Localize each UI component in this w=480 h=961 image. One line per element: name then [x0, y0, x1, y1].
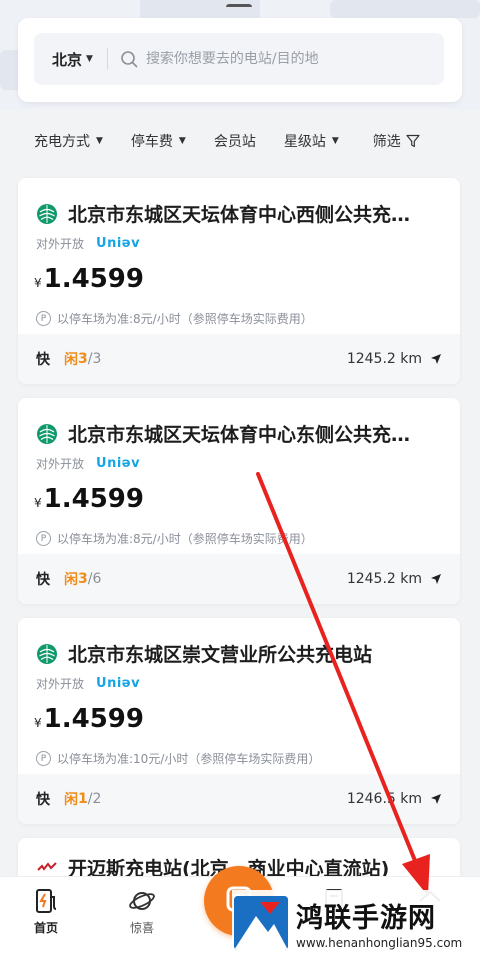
filter-label: 会员站 [213, 134, 256, 150]
city-selector[interactable]: 北京 ▼ [34, 33, 107, 85]
total-count: /6 [87, 571, 102, 587]
grid-operator-logo-icon [36, 643, 58, 665]
speed-label: 快 [36, 572, 50, 588]
access-label: 对外开放 [36, 457, 85, 471]
distance-value: 1245.2 km [346, 571, 422, 587]
station-name: 北京市东城区天坛体育中心东侧公共充… [68, 424, 411, 446]
filter-charge-mode[interactable]: 充电方式 ▼ [34, 131, 103, 151]
brand-label: Uniəv [96, 676, 141, 691]
distance[interactable]: 1246.5 km [347, 791, 442, 807]
caret-down-icon: ▼ [96, 136, 103, 146]
total-count: /3 [87, 351, 102, 367]
price: 1.4599 [43, 264, 144, 294]
search-input[interactable] [145, 51, 406, 67]
speed-label: 快 [36, 352, 50, 368]
search-bar: 北京 ▼ [34, 33, 444, 85]
filter-member-station[interactable]: 会员站 [214, 131, 256, 151]
station-name: 北京市东城区崇文营业所公共充电站 [68, 644, 373, 666]
tab-label: 惊喜 [129, 921, 154, 935]
idle-label: 闲 [64, 792, 78, 808]
filter-label: 充电方式 [34, 134, 90, 150]
tab-home[interactable]: 首页 [16, 887, 76, 936]
grid-operator-logo-icon [36, 423, 58, 445]
distance[interactable]: 1245.2 km [347, 571, 442, 587]
idle-count: 1 [78, 791, 88, 807]
site-watermark: 鸿联手游网 www.henanhonglian95.com [232, 890, 472, 956]
navigate-arrow-icon [430, 793, 442, 805]
currency-symbol: ¥ [34, 276, 42, 290]
parking-fee: 以停车场为准:8元/小时（参照停车场实际费用） [57, 532, 313, 546]
station-card[interactable]: 北京市东城区天坛体育中心西侧公共充… 对外开放 Uniəv ¥ 1.4599 P… [18, 178, 460, 384]
distance-value: 1246.5 km [346, 791, 422, 807]
station-card[interactable]: 北京市东城区天坛体育中心东侧公共充… 对外开放 Uniəv ¥ 1.4599 P… [18, 398, 460, 604]
price: 1.4599 [43, 484, 144, 514]
search-card: 北京 ▼ [18, 18, 462, 102]
navigate-arrow-icon [430, 353, 442, 365]
grid-operator-logo-icon [36, 203, 58, 225]
currency-symbol: ¥ [34, 716, 42, 730]
idle-label: 闲 [64, 572, 78, 588]
filter-label: 星级站 [283, 134, 326, 150]
filter-star-station[interactable]: 星级站 ▼ [284, 131, 339, 151]
brand-label: Uniəv [96, 236, 141, 251]
watermark-logo-icon [234, 896, 288, 950]
tab-surprise[interactable]: 惊喜 [112, 887, 172, 936]
station-card[interactable]: 北京市东城区崇文营业所公共充电站 对外开放 Uniəv ¥ 1.4599 P 以… [18, 618, 460, 824]
filter-label: 停车费 [130, 134, 173, 150]
idle-label: 闲 [64, 352, 78, 368]
station-footer: 快 闲 1 /2 1246.5 km [18, 774, 460, 824]
station-name: 北京市东城区天坛体育中心西侧公共充… [68, 204, 411, 226]
speed-label: 快 [36, 792, 50, 808]
brand-label: Uniəv [96, 456, 141, 471]
filter-bar: 充电方式 ▼ 停车费 ▼ 会员站 星级站 ▼ 筛选 [0, 118, 480, 164]
filter-more[interactable]: 筛选 [373, 131, 420, 151]
currency-symbol: ¥ [34, 496, 42, 510]
parking-icon: P [36, 311, 51, 326]
navigate-arrow-icon [430, 573, 442, 585]
idle-count: 3 [78, 351, 88, 367]
city-label: 北京 [52, 50, 83, 69]
filter-label: 筛选 [372, 134, 401, 150]
distance-value: 1245.2 km [346, 351, 422, 367]
caret-down-icon: ▼ [86, 54, 93, 64]
charger-home-icon [32, 887, 60, 915]
parking-fee: 以停车场为准:8元/小时（参照停车场实际费用） [57, 312, 313, 326]
divider [106, 48, 108, 70]
watermark-url: www.henanhonglian95.com [296, 936, 463, 950]
search-icon [120, 50, 138, 68]
caret-down-icon: ▼ [331, 136, 339, 146]
filter-parking-fee[interactable]: 停车费 ▼ [131, 131, 186, 151]
access-label: 对外开放 [36, 677, 85, 691]
price: 1.4599 [43, 704, 144, 734]
station-footer: 快 闲 3 /3 1245.2 km [18, 334, 460, 384]
access-label: 对外开放 [36, 237, 85, 251]
parking-icon: P [36, 751, 51, 766]
filter-funnel-icon [406, 134, 420, 148]
idle-count: 3 [78, 571, 88, 587]
planet-icon [128, 887, 156, 915]
watermark-title: 鸿联手游网 [296, 903, 436, 934]
station-footer: 快 闲 3 /6 1245.2 km [18, 554, 460, 604]
total-count: /2 [87, 791, 102, 807]
drag-handle[interactable] [226, 4, 252, 10]
distance[interactable]: 1245.2 km [347, 351, 442, 367]
tab-label: 首页 [33, 921, 58, 935]
parking-fee: 以停车场为准:10元/小时（参照停车场实际费用） [57, 752, 321, 766]
caret-down-icon: ▼ [178, 136, 186, 146]
parking-icon: P [36, 531, 51, 546]
